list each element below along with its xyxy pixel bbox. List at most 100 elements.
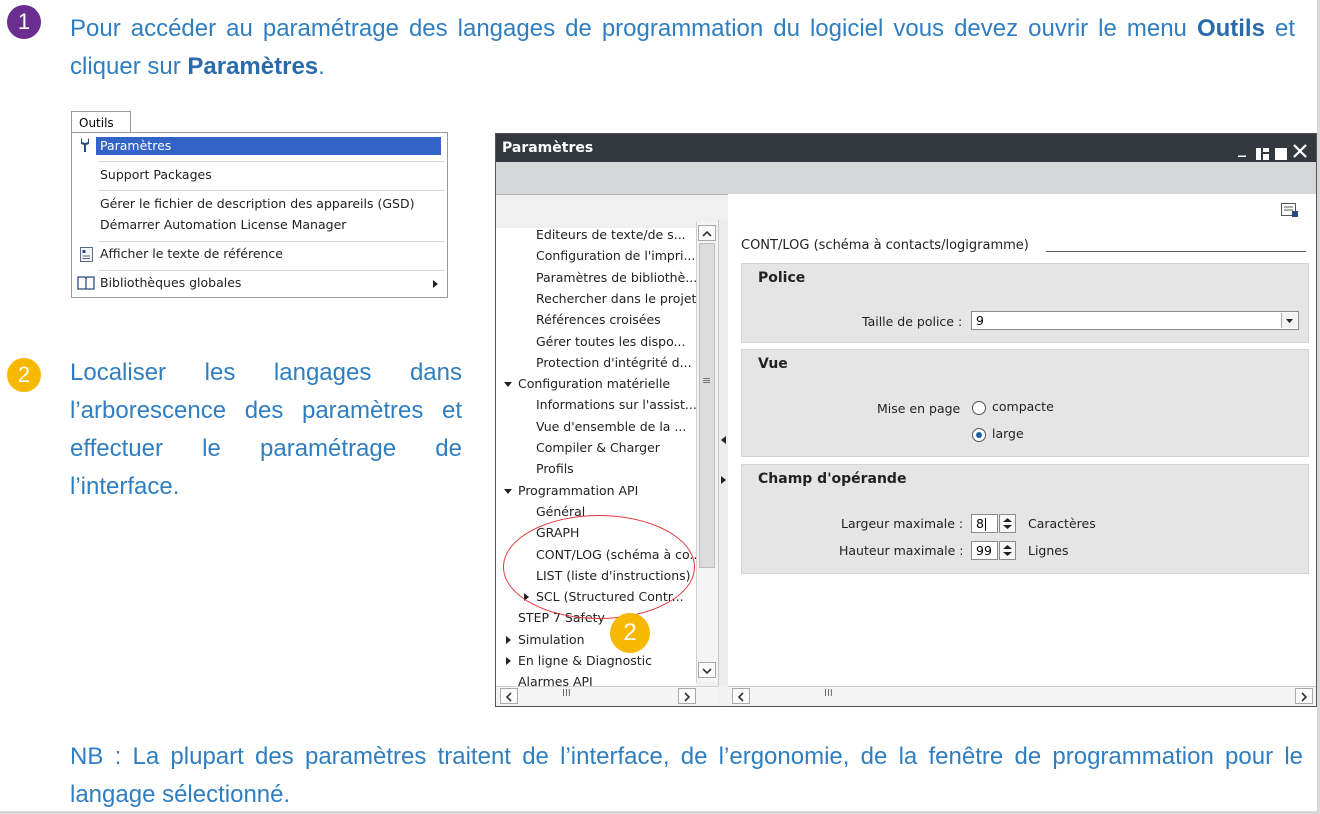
section-title: Vue — [758, 356, 788, 372]
radio-large-label: large — [992, 426, 1024, 441]
expanded-arrow-icon[interactable] — [504, 382, 512, 388]
scroll-right-button[interactable] — [678, 688, 696, 704]
collapse-arrow-icon[interactable] — [721, 436, 726, 444]
tree-item-label: Simulation — [518, 631, 585, 647]
radio-selected-dot — [976, 432, 982, 438]
max-height-unit: Lignes — [1028, 543, 1069, 558]
minimize-icon[interactable]: _ — [1238, 134, 1246, 162]
menu-item-gsd[interactable]: Gérer le fichier de description des appa… — [72, 194, 447, 216]
scroll-up-button[interactable] — [698, 225, 716, 241]
max-height-stepper[interactable] — [999, 541, 1016, 560]
tree-horizontal-scrollbar[interactable]: III — [496, 686, 718, 705]
highlight-circle — [503, 515, 695, 619]
step-1-instruction: Pour accéder au paramétrage des langages… — [70, 10, 1295, 86]
max-width-stepper[interactable] — [999, 514, 1016, 533]
outils-menu: Paramètres Support Packages Gérer le fic… — [71, 132, 448, 298]
tree-item-api-programming[interactable]: Programmation API — [496, 483, 696, 501]
tree-item-search-project[interactable]: Rechercher dans le projet — [496, 291, 696, 309]
scroll-right-button[interactable] — [1295, 688, 1313, 704]
menu-item-label: Bibliothèques globales — [100, 275, 242, 290]
tree-vertical-scrollbar[interactable]: ≡ — [696, 222, 719, 682]
panel-heading: CONT/LOG (schéma à contacts/logigramme) — [741, 238, 1029, 253]
scroll-thumb-grip[interactable]: III — [824, 688, 833, 699]
panel-horizontal-scrollbar[interactable]: III — [728, 686, 1316, 705]
expand-arrow-icon[interactable] — [721, 476, 726, 484]
panel-options-icon[interactable] — [1281, 202, 1299, 222]
tree-item-online-diagnostics[interactable]: En ligne & Diagnostic — [496, 653, 696, 671]
book-icon — [77, 276, 95, 293]
menu-divider — [98, 270, 445, 271]
menu-item-label: Gérer le fichier de description des appa… — [100, 196, 415, 211]
radio-large[interactable] — [972, 428, 986, 442]
tree-item-label: Protection d'intégrité d... — [536, 354, 692, 370]
panel-heading-rule — [1046, 251, 1306, 252]
collapsed-arrow-icon[interactable] — [506, 657, 511, 665]
menu-item-label: Paramètres — [100, 138, 172, 153]
max-width-value: 8 — [976, 516, 984, 531]
menu-divider — [98, 190, 445, 191]
tree-item-label: En ligne & Diagnostic — [518, 653, 653, 668]
max-height-label: Hauteur maximale : — [839, 543, 964, 558]
window-titlebar: Paramètres _ — [496, 134, 1316, 162]
layout-label: Mise en page — [877, 401, 961, 416]
radio-compact[interactable] — [972, 401, 986, 415]
police-section: Police Taille de police : 9 — [741, 263, 1309, 343]
menu-item-license-manager[interactable]: Démarrer Automation License Manager — [72, 215, 447, 237]
tree-item-label: Rechercher dans le projet — [536, 290, 696, 306]
section-title: Police — [758, 270, 806, 286]
menu-item-reference-text[interactable]: Afficher le texte de référence — [72, 244, 447, 266]
wrench-icon — [78, 137, 92, 156]
tree-item-integrity-protection[interactable]: Protection d'intégrité d... — [496, 355, 696, 373]
tree-item-text-editors[interactable]: Editeurs de texte/de s... — [496, 227, 696, 245]
submenu-arrow-icon — [433, 280, 438, 288]
max-width-input[interactable]: 8 — [971, 514, 998, 533]
scroll-left-button[interactable] — [500, 688, 518, 704]
menu-item-support-packages[interactable]: Support Packages — [72, 165, 447, 187]
menu-divider — [98, 241, 445, 242]
tree-item-overview[interactable]: Vue d'ensemble de la ... — [496, 419, 696, 437]
step-1-text-a: Pour accéder au paramétrage des langages… — [70, 15, 1197, 42]
tree-item-label: Informations sur l'assist... — [536, 397, 696, 413]
max-width-unit: Caractères — [1028, 516, 1096, 531]
tree-item-simulation[interactable]: Simulation — [496, 632, 696, 650]
step-1-text-c: . — [318, 53, 325, 80]
step-2-badge: 2 — [7, 358, 41, 392]
tree-item-print-config[interactable]: Configuration de l'impri... — [496, 248, 696, 266]
scroll-left-button[interactable] — [732, 688, 750, 704]
font-size-value: 9 — [976, 313, 984, 328]
reference-text-icon — [80, 247, 93, 265]
max-width-label: Largeur maximale : — [841, 516, 964, 531]
tree-item-hardware-config[interactable]: Configuration matérielle — [496, 376, 696, 394]
tree-item-manage-devices[interactable]: Gérer toutes les dispo... — [496, 334, 696, 352]
tree-step-2-badge: 2 — [610, 613, 650, 653]
scroll-down-button[interactable] — [698, 662, 716, 678]
font-size-dropdown[interactable]: 9 — [971, 311, 1299, 330]
menu-divider — [98, 161, 445, 162]
note-text: NB : La plupart des paramètres traitent … — [70, 743, 1303, 808]
font-size-label: Taille de police : — [862, 314, 963, 329]
window-title: Paramètres — [502, 140, 594, 156]
tree-item-cross-references[interactable]: Références croisées — [496, 312, 696, 330]
tree-item-compile-load[interactable]: Compiler & Charger — [496, 440, 696, 458]
tree-item-library-settings[interactable]: Paramètres de bibliothè... — [496, 270, 696, 288]
tree-item-label: Paramètres de bibliothè... — [536, 269, 696, 285]
collapsed-arrow-icon[interactable] — [506, 635, 511, 644]
tree-scroll-thumb[interactable]: ≡ — [699, 243, 715, 568]
tree-item-assistant-info[interactable]: Informations sur l'assist... — [496, 397, 696, 415]
menu-item-label: Afficher le texte de référence — [100, 246, 283, 261]
menu-item-parametres[interactable]: Paramètres — [72, 133, 447, 159]
tree-item-label: Programmation API — [518, 482, 639, 498]
tree-item-profiles[interactable]: Profils — [496, 461, 696, 479]
scroll-thumb-grip[interactable]: III — [562, 688, 571, 699]
radio-compact-label: compacte — [992, 399, 1054, 414]
outils-menu-title[interactable]: Outils — [71, 111, 131, 133]
expanded-arrow-icon[interactable] — [504, 488, 512, 494]
tree-item-label: Compiler & Charger — [536, 440, 660, 455]
step-1-bold-parametres: Paramètres — [187, 53, 319, 80]
step-1-badge: 1 — [7, 5, 41, 39]
max-height-input[interactable]: 99 — [971, 541, 998, 560]
menu-item-label: Support Packages — [100, 167, 212, 182]
dropdown-arrow-icon[interactable] — [1281, 313, 1297, 328]
tree-item-label: Configuration matérielle — [518, 376, 671, 392]
menu-item-global-libraries[interactable]: Bibliothèques globales — [72, 273, 447, 295]
